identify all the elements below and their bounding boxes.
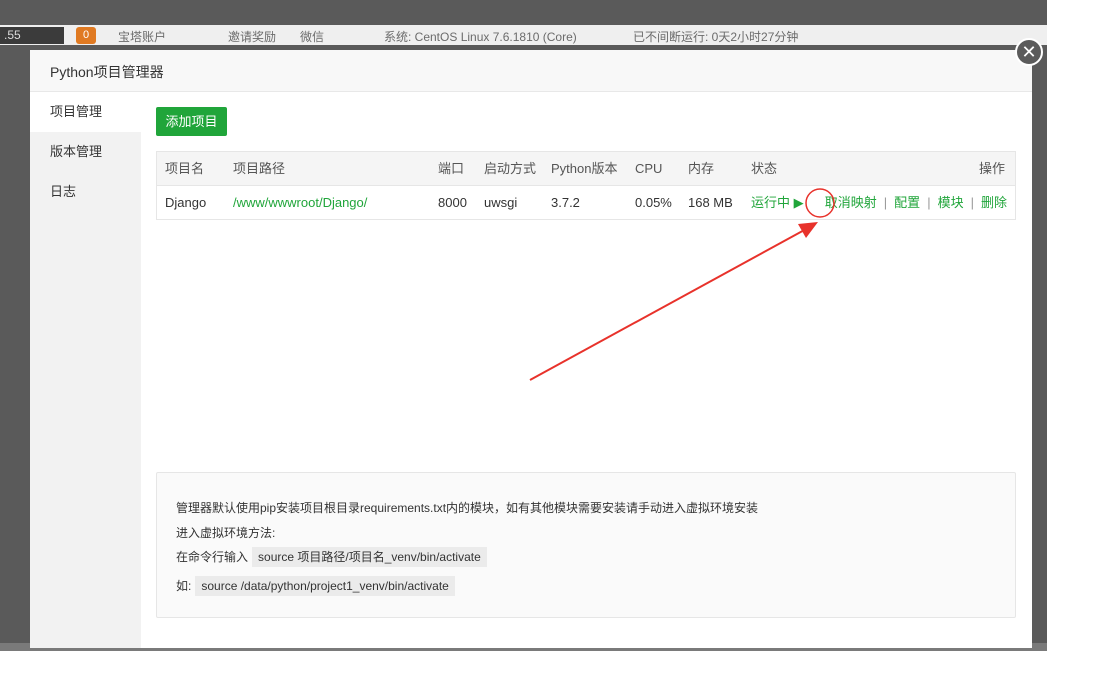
python-manager-modal: Python项目管理器 项目管理 版本管理 日志 添加项目 项目名 项目路径 端… [30, 50, 1032, 648]
header-port: 端口 [438, 161, 465, 176]
header-name: 项目名 [165, 161, 205, 176]
row-actions: 取消映射 | 配置 | 模块 | 删除 [824, 195, 1007, 210]
row-cpu: 0.05% [635, 195, 672, 210]
row-mem: 168 MB [688, 195, 733, 210]
header-path: 项目路径 [233, 161, 286, 176]
header-actions: 操作 [978, 161, 1005, 176]
config-link[interactable]: 配置 [894, 195, 920, 210]
bg-uptime: 已不间断运行: 0天2小时27分钟 [633, 30, 799, 44]
row-name: Django [165, 195, 207, 210]
bg-account: 宝塔账户 [118, 30, 167, 44]
header-status: 状态 [751, 161, 778, 176]
delete-link[interactable]: 删除 [981, 195, 1007, 210]
row-start: uwsgi [484, 195, 518, 210]
modal-title: Python项目管理器 [50, 64, 164, 80]
sidebar: 项目管理 版本管理 日志 [30, 92, 141, 648]
row-status-toggle[interactable]: 运行中 ▶ [751, 186, 804, 219]
hint-example-code: source /data/python/project1_venv/bin/ac… [195, 576, 455, 596]
venv-hint-box: 管理器默认使用pip安装项目根目录requirements.txt内的模块，如有… [156, 472, 1016, 618]
hint-command-label: 在命令行输入 [176, 550, 249, 564]
hint-line-pip: 管理器默认使用pip安装项目根目录requirements.txt内的模块，如有… [176, 501, 759, 515]
bg-invite: 邀请奖励 [228, 30, 277, 44]
row-path-link[interactable]: /www/wwwroot/Django/ [233, 186, 367, 219]
header-mem: 内存 [688, 161, 715, 176]
modal-header: Python项目管理器 [30, 50, 1032, 92]
table-header: 项目名 项目路径 端口 启动方式 Python版本 CPU 内存 状态 操作 [157, 152, 1015, 186]
sidebar-item-version-management[interactable]: 版本管理 [30, 132, 141, 172]
row-python: 3.7.2 [551, 195, 580, 210]
unmap-link[interactable]: 取消映射 [825, 195, 877, 210]
sidebar-item-logs[interactable]: 日志 [30, 172, 141, 212]
sidebar-item-project-management[interactable]: 项目管理 [30, 92, 141, 132]
bg-time: .55 [0, 27, 64, 44]
hint-line-command: 在命令行输入 source 项目路径/项目名_venv/bin/activate [176, 547, 487, 567]
bg-badge: 0 [76, 27, 96, 44]
modules-link[interactable]: 模块 [938, 195, 964, 210]
hint-line-method: 进入虚拟环境方法: [176, 526, 276, 540]
bg-wechat: 微信 [300, 30, 325, 44]
hint-line-example: 如: source /data/python/project1_venv/bin/… [176, 576, 455, 596]
add-project-button[interactable]: 添加项目 [156, 107, 227, 136]
project-table: 项目名 项目路径 端口 启动方式 Python版本 CPU 内存 状态 操作 D… [156, 151, 1016, 220]
bg-system: 系统: CentOS Linux 7.6.1810 (Core) [384, 30, 577, 44]
background-topbar: 宝塔账户 邀请奖励 微信 系统: CentOS Linux 7.6.1810 (… [0, 25, 1047, 45]
hint-command-code: source 项目路径/项目名_venv/bin/activate [252, 547, 487, 567]
row-port: 8000 [438, 195, 467, 210]
table-row: Django /www/wwwroot/Django/ 8000 uwsgi 3… [157, 186, 1015, 219]
close-icon[interactable]: ✕ [1015, 38, 1043, 66]
hint-example-label: 如: [176, 579, 192, 593]
header-cpu: CPU [635, 161, 663, 176]
header-python: Python版本 [551, 161, 618, 176]
header-start: 启动方式 [484, 161, 537, 176]
